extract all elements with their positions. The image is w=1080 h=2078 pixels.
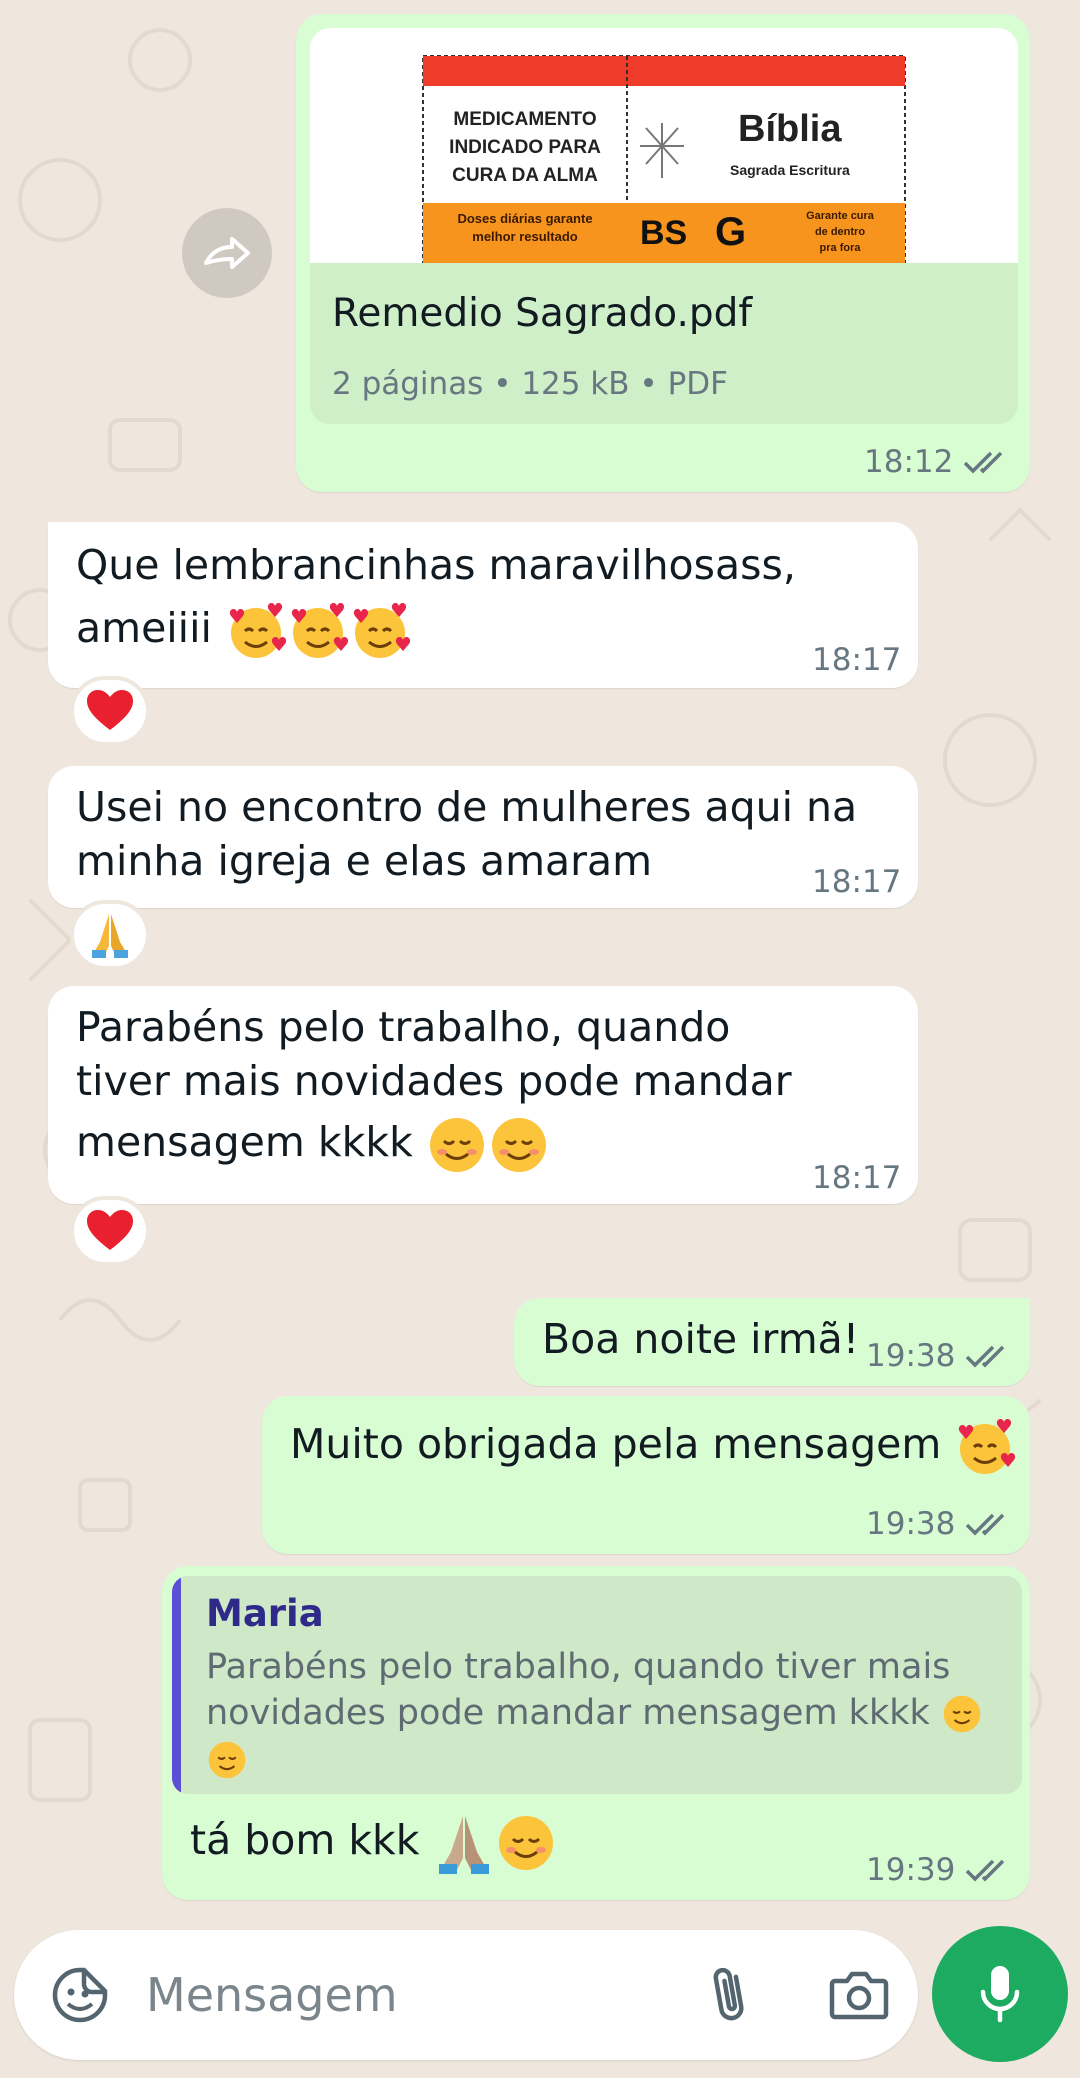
message-composer[interactable]: Mensagem: [14, 1930, 918, 2060]
praying-hands-icon: [438, 1816, 489, 1874]
smiling-face-with-hearts-icon: [353, 603, 411, 658]
forward-button[interactable]: [182, 208, 272, 298]
document-preview: MEDICAMENTO INDICADO PARA CURA DA ALMA B…: [310, 28, 1018, 264]
double-check-icon: [966, 1859, 1005, 1882]
sticker-icon: [52, 1967, 108, 2023]
message-text-line: tiver mais novidades pode mandar: [76, 1057, 792, 1105]
heart-icon: [87, 690, 133, 730]
message-text-line: Usei no encontro de mulheres aqui na: [76, 783, 858, 831]
message-text-line: mensagem kkkk: [76, 1114, 550, 1176]
forward-icon: [204, 237, 250, 269]
camera-button[interactable]: [822, 1960, 896, 2030]
attach-button[interactable]: [696, 1960, 766, 2030]
smiling-face-icon: [943, 1695, 981, 1733]
message-time: 18:17: [812, 1160, 902, 1196]
double-check-icon: [964, 451, 1003, 474]
message-text-line: Que lembrancinhas maravilhosass,: [76, 541, 796, 589]
message-time: 18:12: [864, 444, 1011, 480]
voice-message-button[interactable]: [932, 1926, 1068, 2062]
document-name: Remedio Sagrado.pdf: [332, 291, 753, 336]
preview-left-text: MEDICAMENTO INDICADO PARA CURA DA ALMA: [449, 109, 601, 186]
reaction-badge[interactable]: [70, 900, 150, 970]
preview-title: Bíblia: [738, 108, 842, 150]
camera-icon: [829, 1971, 889, 2020]
message-text-line: Parabéns pelo trabalho, quando: [76, 1003, 731, 1051]
reaction-badge[interactable]: [70, 676, 150, 746]
message-text: Boa noite irmã!: [542, 1315, 860, 1363]
double-check-icon: [966, 1513, 1005, 1536]
smiling-face-icon: [491, 1118, 546, 1172]
document-meta: 2 páginas • 125 kB • PDF: [332, 366, 728, 402]
double-check-icon: [966, 1345, 1005, 1368]
quote-author: Maria: [206, 1592, 324, 1635]
smiling-face-icon: [429, 1118, 484, 1172]
message-time: 19:38: [866, 1506, 1013, 1542]
smiling-face-with-hearts-icon: [229, 603, 287, 658]
message-time: 19:39: [866, 1852, 1013, 1888]
preview-orange-right: Garante cura de dentro pra fora: [806, 210, 874, 254]
message-input[interactable]: Mensagem: [146, 1968, 398, 2022]
message-text-line: minha igreja e elas amaram: [76, 837, 653, 885]
preview-subtitle: Sagrada Escritura: [730, 162, 850, 178]
praying-hands-icon: [92, 914, 128, 958]
smiling-face-icon: [498, 1816, 553, 1870]
heart-icon: [87, 1210, 133, 1250]
quote-text: Parabéns pelo trabalho, quando tiver mai…: [206, 1644, 1006, 1782]
reaction-badge[interactable]: [70, 1196, 150, 1266]
document-card[interactable]: MEDICAMENTO INDICADO PARA CURA DA ALMA B…: [310, 28, 1018, 424]
preview-g: G: [715, 210, 747, 254]
paperclip-icon: [713, 1967, 744, 2021]
message-time: 19:38: [866, 1338, 1013, 1374]
smiling-face-with-hearts-icon: [291, 603, 349, 658]
message-text: Muito obrigada pela mensagem: [290, 1416, 1016, 1478]
smiling-face-with-hearts-icon: [959, 1419, 1016, 1474]
sticker-button[interactable]: [48, 1963, 112, 2027]
quote-bar: [172, 1576, 181, 1794]
preview-bs: BS: [640, 214, 688, 252]
message-time: 18:17: [812, 642, 902, 678]
smiling-face-icon: [208, 1741, 246, 1779]
quoted-message[interactable]: Maria Parabéns pelo trabalho, quando tiv…: [172, 1576, 1022, 1794]
message-time: 18:17: [812, 864, 902, 900]
microphone-icon: [980, 1966, 1020, 2023]
message-text-line: ameiiii: [76, 600, 411, 662]
preview-orange-left: Doses diárias garante melhor resultado: [457, 211, 593, 244]
message-text: tá bom kkk: [190, 1812, 557, 1874]
